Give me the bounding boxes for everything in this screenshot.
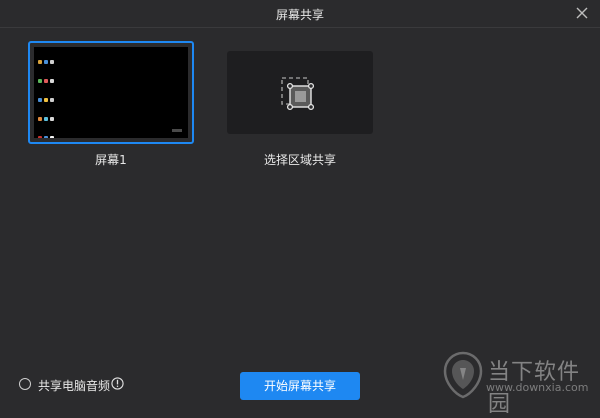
region-select-label: 选择区域共享 (263, 153, 336, 167)
watermark-url: www.downxia.com (486, 381, 589, 394)
info-icon[interactable] (111, 377, 124, 390)
taskbar-tray (172, 129, 182, 132)
share-audio-radio[interactable] (19, 378, 31, 390)
window-title: 屏幕共享 (275, 8, 324, 22)
desktop-icons (37, 51, 61, 138)
screen-1-label: 屏幕1 (95, 153, 127, 167)
screen-1-tile[interactable] (28, 41, 194, 144)
screen-1-preview (34, 47, 188, 138)
start-screen-share-button[interactable]: 开始屏幕共享 (240, 372, 360, 400)
title-bar: 屏幕共享 (0, 0, 600, 28)
close-button[interactable] (574, 5, 590, 21)
downxia-logo-icon (443, 351, 483, 399)
region-select-tile[interactable] (227, 51, 373, 134)
region-select-icon (281, 77, 315, 111)
share-audio-label: 共享电脑音频 (38, 379, 111, 393)
close-icon (576, 7, 588, 19)
